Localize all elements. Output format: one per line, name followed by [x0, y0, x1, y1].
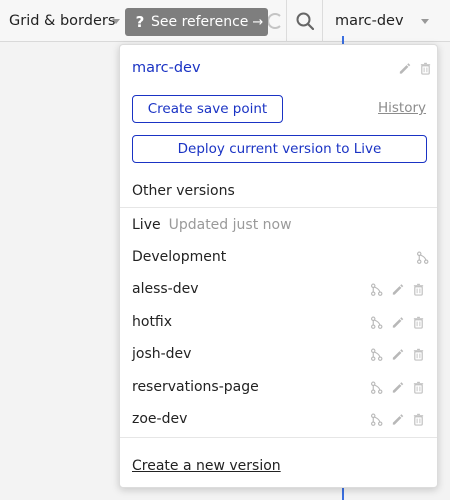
trash-icon[interactable] — [412, 381, 425, 394]
version-item-hotfix[interactable]: hotfix — [132, 314, 172, 330]
current-version-actions — [390, 62, 432, 75]
version-actions — [362, 413, 425, 426]
create-new-version-link[interactable]: Create a new version — [132, 458, 281, 474]
version-item-josh-dev[interactable]: josh-dev — [132, 346, 191, 362]
other-versions-heading: Other versions — [132, 183, 235, 199]
pencil-icon[interactable] — [398, 62, 411, 75]
version-name: Development — [132, 249, 227, 265]
question-mark-icon: ? — [135, 13, 145, 31]
pencil-icon[interactable] — [391, 283, 404, 296]
version-item-live[interactable]: Live Updated just now — [132, 217, 292, 233]
merge-icon[interactable] — [370, 283, 383, 296]
version-item-reservations-page[interactable]: reservations-page — [132, 379, 259, 395]
grid-borders-dropdown[interactable]: Grid & borders — [0, 0, 124, 42]
pencil-icon[interactable] — [391, 316, 404, 329]
history-link[interactable]: History — [378, 100, 426, 116]
refresh-icon[interactable] — [268, 9, 284, 33]
live-status-text: Updated just now — [168, 217, 292, 233]
version-name: reservations-page — [132, 379, 259, 395]
version-actions — [362, 283, 425, 296]
deploy-to-live-button[interactable]: Deploy current version to Live — [132, 135, 427, 163]
version-actions — [362, 381, 425, 394]
version-actions — [408, 251, 429, 264]
version-actions — [362, 316, 425, 329]
grid-borders-label: Grid & borders — [9, 13, 116, 29]
pencil-icon[interactable] — [391, 413, 404, 426]
chevron-down-icon — [421, 19, 429, 24]
see-reference-label: See reference — [151, 14, 249, 30]
trash-icon[interactable] — [412, 283, 425, 296]
see-reference-button[interactable]: ? See reference → — [125, 8, 268, 36]
version-dropdown-label: marc-dev — [335, 13, 404, 29]
trash-icon[interactable] — [419, 62, 432, 75]
merge-icon[interactable] — [416, 251, 429, 264]
trash-icon[interactable] — [412, 413, 425, 426]
version-item-development[interactable]: Development — [132, 249, 226, 265]
merge-icon[interactable] — [370, 381, 383, 394]
top-toolbar: Grid & borders ? See reference → marc-de… — [0, 0, 450, 42]
merge-icon[interactable] — [370, 316, 383, 329]
arrow-right-icon: → — [252, 14, 264, 30]
versions-dropdown-panel: marc-dev Create save point History Deplo… — [119, 44, 438, 488]
version-name: Live — [132, 217, 161, 233]
merge-icon[interactable] — [370, 413, 383, 426]
pencil-icon[interactable] — [391, 348, 404, 361]
trash-icon[interactable] — [412, 316, 425, 329]
search-icon — [296, 12, 314, 30]
divider — [120, 437, 437, 438]
version-name: zoe-dev — [132, 411, 188, 427]
search-button[interactable] — [287, 0, 323, 42]
version-item-aless-dev[interactable]: aless-dev — [132, 281, 199, 297]
version-name: aless-dev — [132, 281, 199, 297]
version-name: josh-dev — [132, 346, 192, 362]
create-save-point-button[interactable]: Create save point — [132, 95, 283, 123]
divider — [120, 207, 437, 208]
version-name: hotfix — [132, 314, 173, 330]
version-item-zoe-dev[interactable]: zoe-dev — [132, 411, 187, 427]
version-actions — [362, 348, 425, 361]
current-version-name: marc-dev — [132, 60, 201, 76]
pencil-icon[interactable] — [391, 381, 404, 394]
merge-icon[interactable] — [370, 348, 383, 361]
trash-icon[interactable] — [412, 348, 425, 361]
chevron-down-icon — [112, 19, 120, 24]
